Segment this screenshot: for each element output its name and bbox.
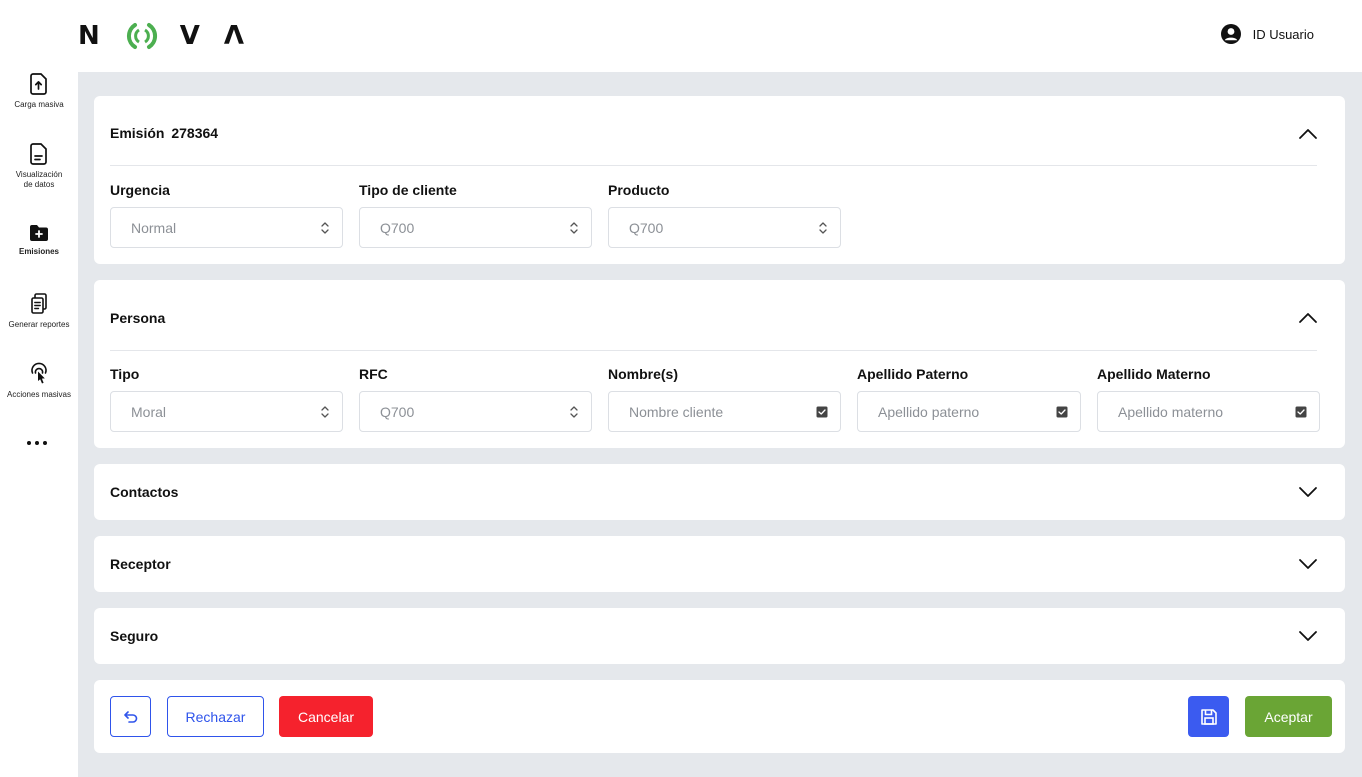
contactos-title: Contactos (110, 484, 179, 500)
tipo-value: Moral (131, 403, 167, 420)
sidebar-item-label: Carga masiva (14, 100, 64, 109)
logo-letter-v: V (179, 21, 200, 51)
tipo-cliente-value: Q700 (380, 219, 415, 236)
user-circle-icon (1220, 24, 1241, 44)
logo-letter-n: N (78, 21, 100, 51)
sidebar-item-label: Acciones masivas (6, 390, 72, 399)
undo-icon (123, 710, 137, 723)
reject-button[interactable]: Rechazar (167, 696, 264, 737)
seguro-section[interactable]: Seguro (94, 608, 1345, 664)
chevron-down-icon[interactable] (1297, 485, 1319, 499)
reports-icon (31, 293, 47, 314)
sidebar-item-generar-reportes[interactable]: Generar reportes (0, 292, 78, 330)
apellido-paterno-label: Apellido Paterno (857, 366, 969, 382)
action-bar: Rechazar Cancelar Aceptar (94, 680, 1345, 753)
divider (110, 165, 1317, 166)
chevron-up-icon[interactable] (1297, 127, 1319, 141)
sidebar: Carga masiva Visualización de datos Emis… (0, 72, 78, 777)
upload-file-icon (30, 73, 47, 95)
more-dots-icon[interactable] (27, 441, 47, 445)
urgencia-select[interactable]: Normal (110, 207, 343, 248)
receptor-title: Receptor (110, 556, 171, 572)
sidebar-item-visualizacion[interactable]: Visualización de datos (0, 142, 78, 190)
apellido-materno-input[interactable]: Apellido materno (1097, 391, 1320, 432)
sort-arrows-icon (321, 405, 329, 418)
chevron-up-icon[interactable] (1297, 311, 1319, 325)
divider (110, 350, 1317, 351)
nombre-input[interactable]: Nombre cliente (608, 391, 841, 432)
sort-arrows-icon (570, 221, 578, 234)
apellido-paterno-placeholder: Apellido paterno (878, 403, 980, 420)
sort-arrows-icon (819, 221, 827, 234)
nombre-label: Nombre(s) (608, 366, 679, 382)
rfc-value: Q700 (380, 403, 415, 420)
producto-value: Q700 (629, 219, 664, 236)
emision-number: 278364 (171, 125, 219, 141)
sidebar-item-label: Visualización (15, 170, 63, 179)
nova-logo[interactable]: N V Λ (78, 20, 244, 52)
urgencia-label: Urgencia (110, 182, 170, 198)
receptor-section[interactable]: Receptor (94, 536, 1345, 592)
tipo-label: Tipo (110, 366, 140, 382)
document-icon (30, 143, 47, 165)
cancel-button[interactable]: Cancelar (279, 696, 373, 737)
nombre-placeholder: Nombre cliente (629, 403, 724, 420)
sidebar-item-label: Generar reportes (8, 320, 70, 329)
main-content: Emisión 278364 Urgencia Normal Tipo de c… (78, 72, 1362, 777)
chevron-down-icon[interactable] (1297, 629, 1319, 643)
tipo-cliente-label: Tipo de cliente (359, 182, 457, 198)
folder-add-icon (30, 225, 48, 241)
accept-button[interactable]: Aceptar (1245, 696, 1332, 737)
persona-card: Persona Tipo Moral RFC Q700 Nombre(s) No… (94, 280, 1345, 448)
emision-title: Emisión 278364 (110, 125, 218, 141)
touch-icon (31, 362, 47, 384)
top-bar: N V Λ ID Usuario (0, 0, 1362, 72)
sidebar-item-label: Emisiones (18, 247, 59, 256)
emision-title-prefix: Emisión (110, 125, 165, 141)
emision-card: Emisión 278364 Urgencia Normal Tipo de c… (94, 96, 1345, 264)
sort-arrows-icon (570, 405, 578, 418)
autofill-icon (1056, 406, 1068, 417)
logo-o-ring-icon (126, 23, 157, 49)
rfc-label: RFC (359, 366, 388, 382)
tipo-cliente-select[interactable]: Q700 (359, 207, 592, 248)
rfc-select[interactable]: Q700 (359, 391, 592, 432)
persona-title: Persona (110, 310, 166, 326)
producto-select[interactable]: Q700 (608, 207, 841, 248)
contactos-section[interactable]: Contactos (94, 464, 1345, 520)
autofill-icon (1295, 406, 1307, 417)
save-icon (1200, 708, 1217, 725)
sidebar-item-label-line2: de datos (23, 180, 55, 189)
logo-letter-lambda: Λ (223, 21, 245, 51)
save-button[interactable] (1188, 696, 1229, 737)
autofill-icon (816, 406, 828, 417)
chevron-down-icon[interactable] (1297, 557, 1319, 571)
apellido-materno-placeholder: Apellido materno (1118, 403, 1224, 420)
apellido-materno-label: Apellido Materno (1097, 366, 1211, 382)
user-menu[interactable]: ID Usuario (1220, 24, 1314, 44)
user-id-label: ID Usuario (1252, 26, 1314, 42)
seguro-title: Seguro (110, 628, 159, 644)
urgencia-value: Normal (131, 219, 177, 236)
producto-label: Producto (608, 182, 670, 198)
sidebar-item-emisiones[interactable]: Emisiones (0, 223, 78, 257)
tipo-select[interactable]: Moral (110, 391, 343, 432)
sidebar-item-acciones-masivas[interactable]: Acciones masivas (0, 362, 78, 400)
sort-arrows-icon (321, 221, 329, 234)
sidebar-item-carga-masiva[interactable]: Carga masiva (0, 72, 78, 110)
undo-button[interactable] (110, 696, 151, 737)
apellido-paterno-input[interactable]: Apellido paterno (857, 391, 1081, 432)
